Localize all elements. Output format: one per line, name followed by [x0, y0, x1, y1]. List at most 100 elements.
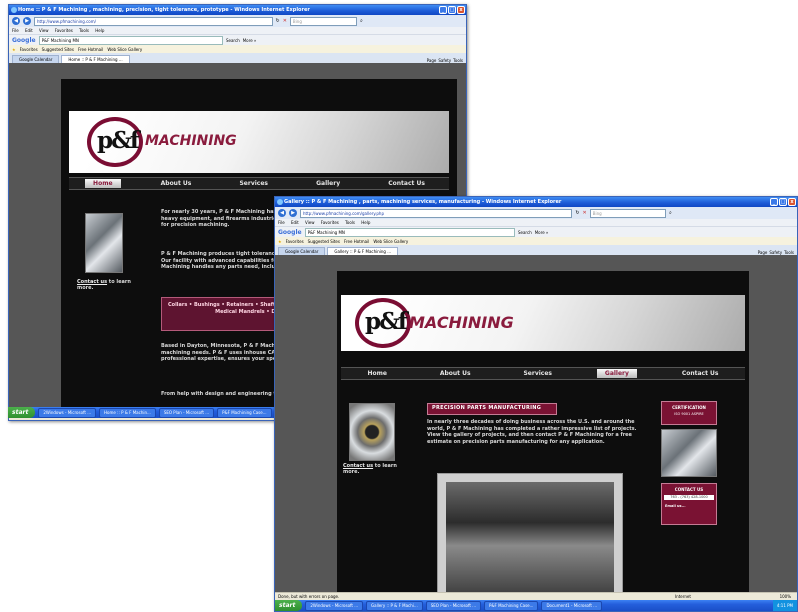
- menu-file[interactable]: File: [278, 220, 285, 225]
- nav-about-us[interactable]: About Us: [432, 369, 479, 378]
- fav-suggested-sites[interactable]: Suggested Sites: [42, 47, 74, 52]
- nav-gallery[interactable]: Gallery: [596, 369, 637, 378]
- search-input[interactable]: Bing: [289, 16, 358, 26]
- google-search-button[interactable]: Search: [226, 38, 240, 43]
- google-logo: Google: [12, 36, 36, 44]
- logo-wordmark: MACHINING: [145, 133, 237, 149]
- menu-tools[interactable]: Tools: [79, 28, 89, 33]
- fav-web-slice-gallery[interactable]: Web Slice Gallery: [373, 239, 408, 244]
- tab-home[interactable]: Home :: P & F Machining ...: [61, 55, 130, 63]
- nav-home[interactable]: Home: [85, 179, 121, 188]
- system-tray-clock: 4:11 PM: [772, 600, 797, 611]
- task-windows-1[interactable]: 2Windows - Microsoft ...: [38, 407, 97, 418]
- part-photo: [349, 403, 395, 461]
- task-document1[interactable]: Document1 - Microsoft ...: [541, 600, 602, 611]
- nav-home[interactable]: Home: [359, 369, 394, 378]
- ie-icon: [277, 199, 283, 205]
- logo-wordmark: MACHINING: [409, 313, 514, 332]
- tab-gallery[interactable]: Gallery :: P & F Machining ...: [327, 247, 399, 255]
- task-home[interactable]: Home :: P & F Machin...: [99, 407, 156, 418]
- gallery-photo: [437, 473, 623, 592]
- google-more-button[interactable]: More »: [535, 230, 549, 235]
- tab-google-calendar[interactable]: Google Calendar: [278, 247, 326, 255]
- menu-edit[interactable]: Edit: [25, 28, 33, 33]
- task-gallery[interactable]: Gallery :: P & F Machi...: [366, 600, 423, 611]
- zoom-level[interactable]: 100%: [780, 593, 791, 600]
- site-header: p&f MACHINING: [69, 111, 449, 173]
- tab-google-calendar[interactable]: Google Calendar: [12, 55, 60, 63]
- site-header: p&f MACHINING: [341, 295, 745, 351]
- gallery-paragraph: In nearly three decades of doing busines…: [427, 419, 637, 445]
- google-logo: Google: [278, 228, 302, 236]
- maximize-button[interactable]: □: [779, 198, 787, 206]
- close-button[interactable]: x: [457, 6, 465, 14]
- menu-tools[interactable]: Tools: [345, 220, 355, 225]
- forward-icon[interactable]: ▶: [23, 17, 31, 25]
- google-toolbar: Google P&F Machining MN Search More »: [275, 226, 797, 237]
- menu-favorites[interactable]: Favorites: [321, 220, 339, 225]
- task-seo-plan-1[interactable]: SEO Plan - Microsoft ...: [158, 407, 215, 418]
- nav-contact-us[interactable]: Contact Us: [674, 369, 727, 378]
- search-icon[interactable]: ⌕: [360, 18, 363, 24]
- stop-icon[interactable]: ✕: [583, 210, 587, 216]
- stop-icon[interactable]: ✕: [283, 18, 287, 24]
- nav-contact-us[interactable]: Contact Us: [380, 179, 433, 188]
- address-bar[interactable]: http://www.pfmachining.com/gallery.php: [300, 208, 573, 218]
- start-button-1[interactable]: start: [8, 407, 36, 418]
- refresh-icon[interactable]: ↻: [276, 18, 280, 24]
- maximize-button[interactable]: □: [448, 6, 456, 14]
- fav-web-slice-gallery[interactable]: Web Slice Gallery: [107, 47, 142, 52]
- menu-favorites[interactable]: Favorites: [55, 28, 73, 33]
- nav-services[interactable]: Services: [515, 369, 560, 378]
- task-case-1[interactable]: P&F Machining Case...: [217, 407, 272, 418]
- minimize-button[interactable]: _: [770, 198, 778, 206]
- address-row: ◀ ▶ http://www.pfmachining.com/gallery.p…: [275, 207, 797, 219]
- back-icon[interactable]: ◀: [278, 209, 286, 217]
- fav-free-hotmail[interactable]: Free Hotmail: [78, 47, 103, 52]
- google-search-button[interactable]: Search: [518, 230, 532, 235]
- close-button[interactable]: x: [788, 198, 796, 206]
- google-more-button[interactable]: More »: [243, 38, 257, 43]
- section-heading: PRECISION PARTS MANUFACTURING: [427, 403, 557, 415]
- favorites-button[interactable]: Favorites: [20, 47, 38, 52]
- menu-help[interactable]: Help: [361, 220, 370, 225]
- menu-view[interactable]: View: [39, 28, 49, 33]
- nav-services[interactable]: Services: [231, 179, 276, 188]
- forward-icon[interactable]: ▶: [289, 209, 297, 217]
- minimize-button[interactable]: _: [439, 6, 447, 14]
- google-search-input[interactable]: P&F Machining MN: [38, 35, 223, 45]
- favorites-bar: ★ Favorites Suggested Sites Free Hotmail…: [9, 45, 466, 53]
- fav-suggested-sites[interactable]: Suggested Sites: [308, 239, 340, 244]
- site-nav: Home About Us Services Gallery Contact U…: [69, 177, 449, 190]
- menu-edit[interactable]: Edit: [291, 220, 299, 225]
- search-input[interactable]: Bing: [589, 208, 666, 218]
- status-zone: Internet: [675, 594, 691, 599]
- menu-help[interactable]: Help: [95, 28, 104, 33]
- favorites-bar: ★ Favorites Suggested Sites Free Hotmail…: [275, 237, 797, 245]
- task-case-2[interactable]: P&F Machining Case...: [484, 600, 539, 611]
- favorites-star-icon[interactable]: ★: [12, 47, 16, 52]
- browser-window-gallery: Gallery :: P & F Machining , parts, mach…: [274, 196, 798, 612]
- nav-gallery[interactable]: Gallery: [308, 179, 348, 188]
- tab-bar: Google Calendar Home :: P & F Machining …: [9, 53, 466, 63]
- menu-view[interactable]: View: [305, 220, 315, 225]
- task-windows-2[interactable]: 2Windows - Microsoft ...: [305, 600, 364, 611]
- refresh-icon[interactable]: ↻: [575, 210, 579, 216]
- sidebar-contact: Contact us to learn more.: [343, 463, 403, 475]
- favorites-button[interactable]: Favorites: [286, 239, 304, 244]
- nav-about-us[interactable]: About Us: [153, 179, 200, 188]
- back-icon[interactable]: ◀: [12, 17, 20, 25]
- menu-file[interactable]: File: [12, 28, 19, 33]
- window-title: Gallery :: P & F Machining , parts, mach…: [284, 199, 562, 205]
- fav-free-hotmail[interactable]: Free Hotmail: [344, 239, 369, 244]
- address-bar[interactable]: http://www.pfmachining.com/: [34, 16, 273, 26]
- email-link[interactable]: Email us...: [662, 504, 716, 508]
- search-icon[interactable]: ⌕: [669, 210, 672, 216]
- machine-image: [446, 482, 614, 592]
- pf-logo-initials: p&f: [97, 127, 140, 154]
- google-search-input[interactable]: P&F Machining MN: [304, 227, 515, 237]
- start-button-2[interactable]: start: [275, 600, 303, 611]
- favorites-star-icon[interactable]: ★: [278, 239, 282, 244]
- address-row: ◀ ▶ http://www.pfmachining.com/ ↻ ✕ Bing…: [9, 15, 466, 27]
- task-seo-plan-2[interactable]: SEO Plan - Microsoft ...: [425, 600, 481, 611]
